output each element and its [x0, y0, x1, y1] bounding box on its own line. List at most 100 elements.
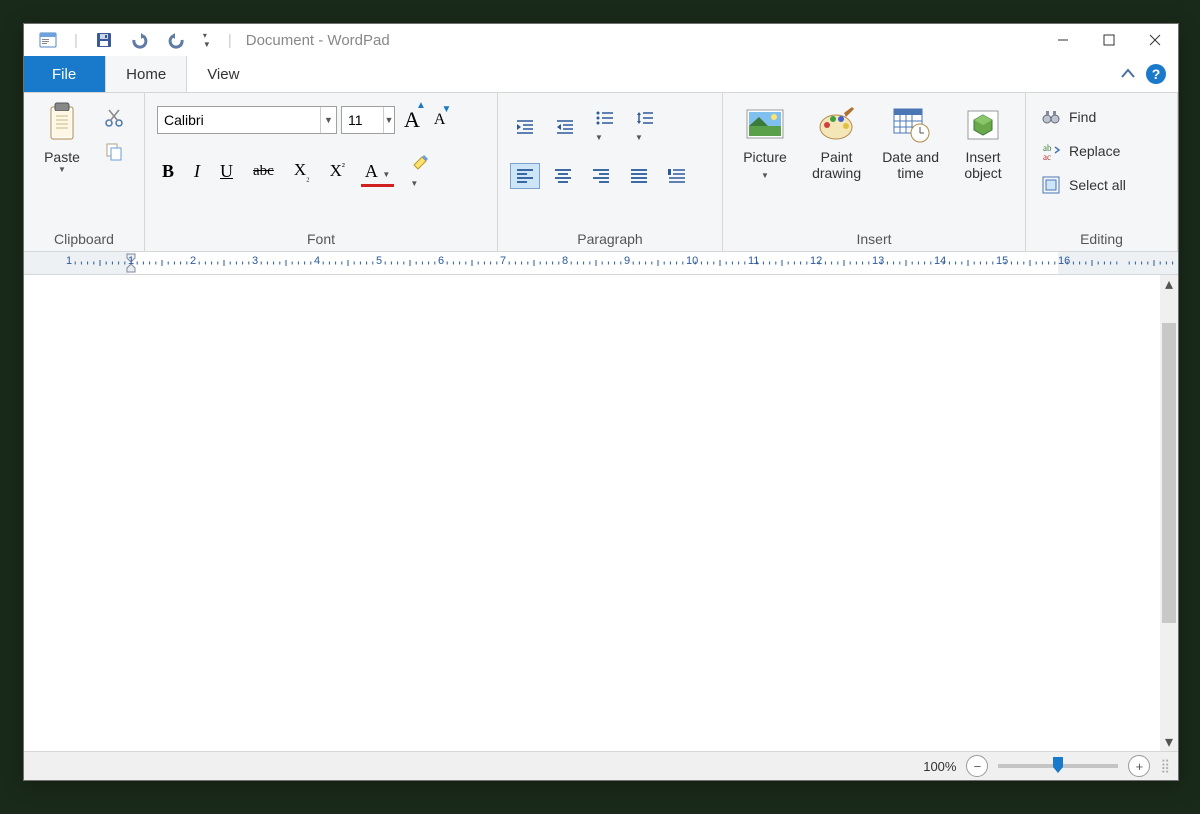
- paste-button[interactable]: Paste ▼: [30, 97, 94, 178]
- document-area: ▴ ▾: [24, 275, 1178, 751]
- ruler-number: 16: [1058, 255, 1070, 267]
- tab-home[interactable]: Home: [105, 56, 187, 92]
- zoom-out-button[interactable]: −: [966, 755, 988, 777]
- font-name-input[interactable]: [158, 107, 320, 133]
- font-size-combo[interactable]: ▼: [341, 106, 395, 134]
- paint-drawing-button[interactable]: Paint drawing: [803, 101, 870, 185]
- paint-label: Paint drawing: [808, 149, 865, 181]
- superscript-icon[interactable]: X²: [325, 157, 350, 185]
- dropdown-icon: ▼: [58, 165, 66, 174]
- shrink-font-icon[interactable]: A▼: [429, 107, 451, 133]
- collapse-ribbon-icon[interactable]: [1120, 66, 1136, 82]
- replace-label: Replace: [1069, 143, 1120, 159]
- save-icon[interactable]: [90, 27, 118, 53]
- scroll-thumb[interactable]: [1162, 323, 1176, 623]
- ruler-number: 1: [66, 255, 72, 267]
- insert-group-label: Insert: [729, 229, 1019, 249]
- strikethrough-icon[interactable]: abc: [248, 159, 279, 184]
- datetime-button[interactable]: Date and time: [876, 101, 945, 185]
- ribbon: Paste ▼ Clipboard: [24, 93, 1178, 252]
- group-insert: Picture▼ Paint drawing Date and time Ins…: [723, 93, 1026, 251]
- minimize-button[interactable]: [1040, 24, 1086, 56]
- line-spacing-icon[interactable]: ▼: [630, 105, 660, 149]
- italic-icon[interactable]: I: [189, 157, 205, 186]
- align-left-icon[interactable]: [510, 163, 540, 189]
- separator: |: [228, 32, 232, 49]
- redo-icon[interactable]: [162, 27, 190, 53]
- tab-file[interactable]: File: [24, 56, 105, 92]
- dropdown-icon[interactable]: ▼: [383, 107, 394, 133]
- close-button[interactable]: [1132, 24, 1178, 56]
- subscript-icon[interactable]: X₂: [289, 156, 315, 186]
- quick-access-toolbar: | ▾▼ |: [24, 27, 236, 53]
- picture-label: Picture: [743, 149, 787, 165]
- wordpad-window: | ▾▼ | Document - WordPad: [23, 23, 1179, 781]
- insert-object-button[interactable]: Insert object: [951, 101, 1015, 185]
- ruler-number: 15: [996, 255, 1008, 267]
- window-controls: [1040, 24, 1178, 56]
- ruler-number: 5: [376, 255, 382, 267]
- align-justify-icon[interactable]: [624, 163, 654, 189]
- tab-view[interactable]: View: [187, 56, 260, 92]
- underline-icon[interactable]: U: [215, 157, 238, 186]
- zoom-slider-thumb[interactable]: [1052, 756, 1064, 774]
- font-color-icon[interactable]: A ▼: [360, 157, 395, 186]
- paragraph-dialog-icon[interactable]: [662, 163, 692, 189]
- zoom-slider[interactable]: [998, 764, 1118, 768]
- ruler-number: 12: [810, 255, 822, 267]
- find-label: Find: [1069, 109, 1096, 125]
- decrease-indent-icon[interactable]: [510, 114, 540, 140]
- undo-icon[interactable]: [126, 27, 154, 53]
- replace-icon: abac: [1041, 141, 1061, 161]
- align-center-icon[interactable]: [548, 163, 578, 189]
- document-page[interactable]: [24, 275, 1160, 751]
- paste-label: Paste: [44, 149, 80, 165]
- maximize-button[interactable]: [1086, 24, 1132, 56]
- ruler-number: 1: [128, 255, 134, 267]
- group-clipboard: Paste ▼ Clipboard: [24, 93, 145, 251]
- font-size-input[interactable]: [342, 107, 383, 133]
- ruler-number: 3: [252, 255, 258, 267]
- zoom-in-button[interactable]: +: [1128, 755, 1150, 777]
- qat-dropdown-icon[interactable]: ▾▼: [198, 27, 216, 53]
- grow-font-icon[interactable]: A▲: [399, 103, 425, 137]
- ruler-number: 11: [748, 255, 759, 267]
- bullet-list-icon[interactable]: ▼: [590, 105, 620, 149]
- ruler-number: 10: [686, 255, 698, 267]
- cut-icon[interactable]: [98, 103, 130, 133]
- select-all-icon: [1041, 175, 1061, 195]
- increase-indent-icon[interactable]: [550, 114, 580, 140]
- align-right-icon[interactable]: [586, 163, 616, 189]
- clipboard-group-label: Clipboard: [30, 229, 138, 249]
- scroll-track[interactable]: [1160, 293, 1178, 733]
- scroll-down-icon[interactable]: ▾: [1160, 733, 1178, 751]
- group-font: ▼ ▼ A▲ A▼ B I U abc X₂: [145, 93, 498, 251]
- editing-group-label: Editing: [1032, 229, 1171, 249]
- ruler-number: 4: [314, 255, 320, 267]
- vertical-scrollbar[interactable]: ▴ ▾: [1160, 275, 1178, 751]
- scroll-up-icon[interactable]: ▴: [1160, 275, 1178, 293]
- dropdown-icon[interactable]: ▼: [320, 107, 336, 133]
- resize-grip-icon[interactable]: ⣿: [1160, 758, 1168, 774]
- find-button[interactable]: Find: [1036, 103, 1101, 131]
- paragraph-group-label: Paragraph: [504, 229, 716, 249]
- group-paragraph: ▼ ▼ Paragraph: [498, 93, 723, 251]
- replace-button[interactable]: abac Replace: [1036, 137, 1125, 165]
- picture-button[interactable]: Picture▼: [733, 101, 797, 185]
- bold-icon[interactable]: B: [157, 157, 179, 186]
- selectall-button[interactable]: Select all: [1036, 171, 1131, 199]
- highlight-icon[interactable]: ▼: [405, 147, 437, 195]
- help-icon[interactable]: ?: [1146, 64, 1166, 84]
- copy-icon[interactable]: [98, 137, 130, 167]
- zoom-level: 100%: [923, 759, 956, 774]
- ruler-number: 7: [500, 255, 506, 267]
- titlebar: | ▾▼ | Document - WordPad: [24, 24, 1178, 56]
- font-name-combo[interactable]: ▼: [157, 106, 337, 134]
- ruler[interactable]: 112345678910111213141516: [24, 252, 1178, 275]
- group-editing: Find abac Replace Select all Editing: [1026, 93, 1178, 251]
- ruler-number: 14: [934, 255, 946, 267]
- ruler-number: 8: [562, 255, 568, 267]
- svg-text:ac: ac: [1043, 152, 1051, 161]
- ruler-number: 13: [872, 255, 884, 267]
- date-label: Date and time: [881, 149, 940, 181]
